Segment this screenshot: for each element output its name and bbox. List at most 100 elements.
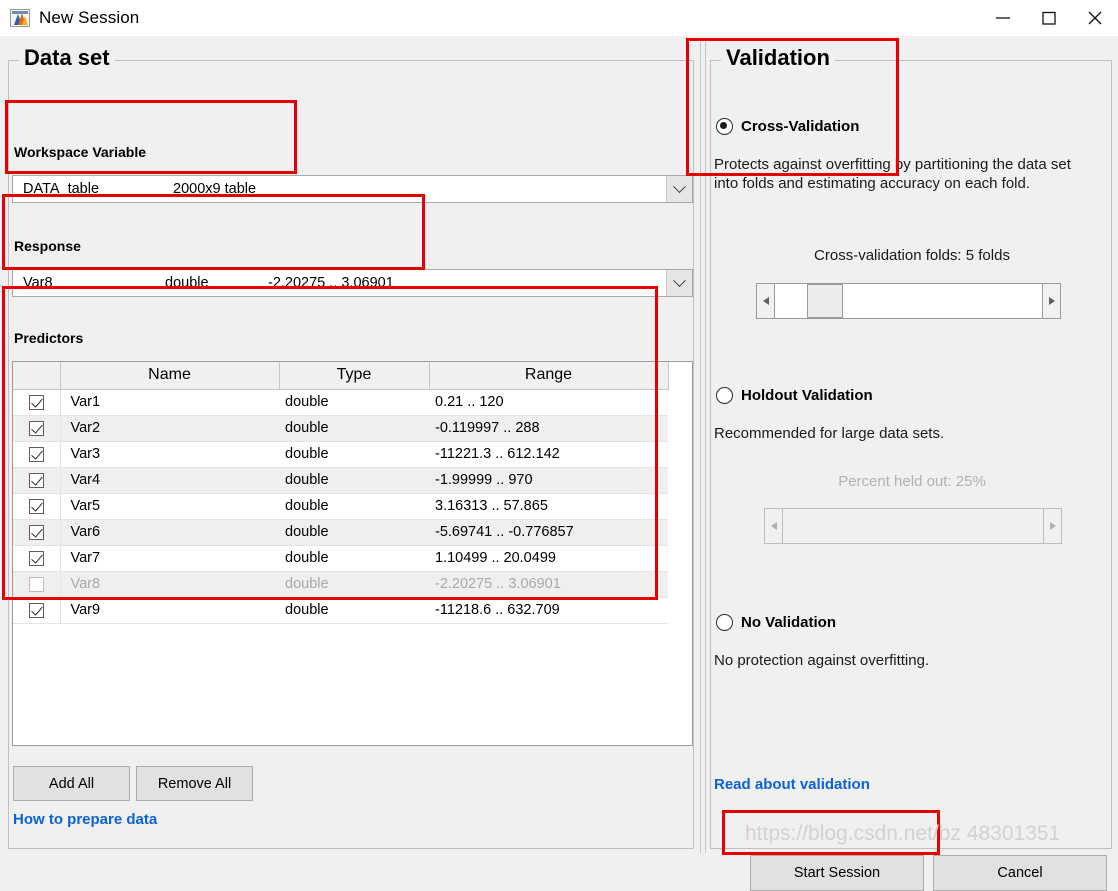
- table-row[interactable]: Var8double-2.20275 .. 3.06901: [13, 571, 668, 597]
- cross-validation-folds-caption: Cross-validation folds: 5 folds: [706, 247, 1118, 264]
- row-type: double: [279, 493, 429, 519]
- row-checkbox-cell[interactable]: [13, 597, 60, 623]
- chevron-down-icon[interactable]: [666, 176, 692, 202]
- slider-thumb[interactable]: [807, 284, 843, 318]
- holdout-validation-label: Holdout Validation: [741, 387, 873, 404]
- add-all-button[interactable]: Add All: [13, 766, 130, 801]
- holdout-percent-slider[interactable]: [764, 508, 1062, 544]
- checkbox-checked-icon[interactable]: [29, 525, 44, 540]
- no-validation-label: No Validation: [741, 614, 836, 631]
- workspace-variable-size: 2000x9 table: [173, 176, 256, 202]
- response-combo[interactable]: Var8 double -2.20275 .. 3.06901: [12, 269, 693, 297]
- window-title: New Session: [39, 8, 139, 28]
- holdout-percent-caption: Percent held out: 25%: [706, 473, 1118, 490]
- remove-all-label: Remove All: [158, 776, 231, 792]
- title-bar: New Session: [0, 0, 1118, 36]
- row-range: 1.10499 .. 20.0499: [429, 545, 668, 571]
- row-name: Var5: [60, 493, 279, 519]
- checkbox-checked-icon[interactable]: [29, 551, 44, 566]
- row-range: -5.69741 .. -0.776857: [429, 519, 668, 545]
- row-name: Var1: [60, 389, 279, 415]
- minimize-icon[interactable]: [980, 0, 1026, 36]
- row-checkbox-cell[interactable]: [13, 441, 60, 467]
- slider-right-arrow-icon[interactable]: [1042, 283, 1061, 319]
- table-row[interactable]: Var3double-11221.3 .. 612.142: [13, 441, 668, 467]
- table-row[interactable]: Var7double1.10499 .. 20.0499: [13, 545, 668, 571]
- validation-title: Validation: [721, 45, 835, 71]
- row-checkbox-cell[interactable]: [13, 467, 60, 493]
- row-range: -11218.6 .. 632.709: [429, 597, 668, 623]
- start-session-button[interactable]: Start Session: [750, 855, 924, 891]
- radio-unselected-icon: [716, 387, 733, 404]
- row-range: -2.20275 .. 3.06901: [429, 571, 668, 597]
- row-type: double: [279, 571, 429, 597]
- row-type: double: [279, 389, 429, 415]
- row-range: -0.119997 .. 288: [429, 415, 668, 441]
- checkbox-checked-icon[interactable]: [29, 499, 44, 514]
- column-header-type: Type: [279, 362, 429, 389]
- row-checkbox-cell[interactable]: [13, 493, 60, 519]
- row-type: double: [279, 415, 429, 441]
- response-label: Response: [14, 238, 81, 254]
- predictors-label: Predictors: [14, 330, 83, 346]
- how-to-prepare-data-link[interactable]: How to prepare data: [13, 811, 157, 828]
- data-set-title: Data set: [19, 45, 115, 71]
- row-name: Var3: [60, 441, 279, 467]
- cross-validation-radio[interactable]: Cross-Validation: [716, 118, 859, 135]
- response-type: double: [165, 270, 209, 296]
- workspace-variable-name: DATA_table: [23, 176, 99, 202]
- row-type: double: [279, 467, 429, 493]
- radio-selected-icon: [716, 118, 733, 135]
- table-row[interactable]: Var5double3.16313 .. 57.865: [13, 493, 668, 519]
- slider-track[interactable]: [783, 508, 1043, 544]
- read-about-validation-link[interactable]: Read about validation: [714, 776, 870, 793]
- cancel-label: Cancel: [997, 865, 1042, 881]
- table-row[interactable]: Var2double-0.119997 .. 288: [13, 415, 668, 441]
- table-row[interactable]: Var6double-5.69741 .. -0.776857: [13, 519, 668, 545]
- row-name: Var6: [60, 519, 279, 545]
- slider-left-arrow-icon[interactable]: [756, 283, 775, 319]
- row-checkbox-cell[interactable]: [13, 519, 60, 545]
- column-header-range: Range: [429, 362, 668, 389]
- slider-right-arrow-icon[interactable]: [1043, 508, 1062, 544]
- checkbox-unchecked-icon[interactable]: [29, 577, 44, 592]
- checkbox-checked-icon[interactable]: [29, 421, 44, 436]
- workspace-variable-label: Workspace Variable: [14, 144, 146, 160]
- row-range: 3.16313 .. 57.865: [429, 493, 668, 519]
- no-validation-description: No protection against overfitting.: [714, 651, 1092, 670]
- radio-unselected-icon: [716, 614, 733, 631]
- cross-validation-folds-slider[interactable]: [756, 283, 1061, 319]
- cancel-button[interactable]: Cancel: [933, 855, 1107, 891]
- close-icon[interactable]: [1072, 0, 1118, 36]
- row-range: 0.21 .. 120: [429, 389, 668, 415]
- checkbox-checked-icon[interactable]: [29, 395, 44, 410]
- row-checkbox-cell[interactable]: [13, 571, 60, 597]
- chevron-down-icon[interactable]: [666, 270, 692, 296]
- row-name: Var7: [60, 545, 279, 571]
- row-type: double: [279, 441, 429, 467]
- slider-track[interactable]: [775, 283, 1042, 319]
- slider-left-arrow-icon[interactable]: [764, 508, 783, 544]
- table-row[interactable]: Var9double-11218.6 .. 632.709: [13, 597, 668, 623]
- row-checkbox-cell[interactable]: [13, 545, 60, 571]
- predictors-table[interactable]: Name Type Range Var1double0.21 .. 120Var…: [12, 361, 693, 746]
- response-name: Var8: [23, 270, 53, 296]
- column-header-check: [13, 362, 60, 389]
- checkbox-checked-icon[interactable]: [29, 473, 44, 488]
- checkbox-checked-icon[interactable]: [29, 603, 44, 618]
- row-name: Var9: [60, 597, 279, 623]
- add-all-label: Add All: [49, 776, 94, 792]
- table-row[interactable]: Var4double-1.99999 .. 970: [13, 467, 668, 493]
- table-row[interactable]: Var1double0.21 .. 120: [13, 389, 668, 415]
- window-controls: [980, 0, 1118, 36]
- row-checkbox-cell[interactable]: [13, 389, 60, 415]
- row-checkbox-cell[interactable]: [13, 415, 60, 441]
- no-validation-radio[interactable]: No Validation: [716, 614, 836, 631]
- checkbox-checked-icon[interactable]: [29, 447, 44, 462]
- remove-all-button[interactable]: Remove All: [136, 766, 253, 801]
- row-name: Var8: [60, 571, 279, 597]
- row-range: -1.99999 .. 970: [429, 467, 668, 493]
- workspace-variable-combo[interactable]: DATA_table 2000x9 table: [12, 175, 693, 203]
- maximize-icon[interactable]: [1026, 0, 1072, 36]
- holdout-validation-radio[interactable]: Holdout Validation: [716, 387, 873, 404]
